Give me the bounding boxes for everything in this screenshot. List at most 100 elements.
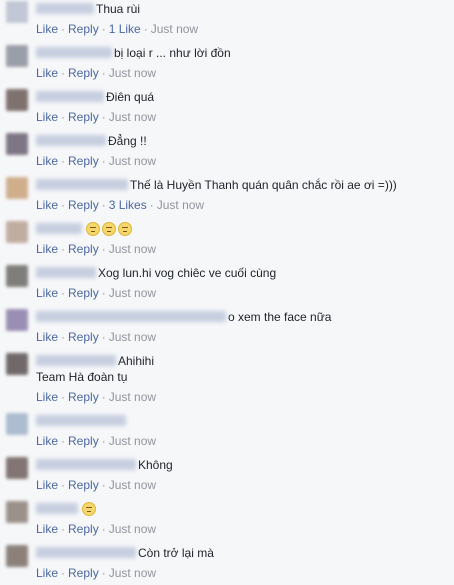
separator: · (101, 330, 106, 344)
avatar[interactable] (6, 177, 28, 199)
comment-actions: Like · Reply · 3 Likes · Just now (36, 197, 204, 213)
like-link[interactable]: Like (36, 434, 58, 448)
separator: · (61, 110, 66, 124)
separator: · (149, 198, 154, 212)
comment-actions: Like · Reply · Just now (36, 241, 156, 257)
like-link[interactable]: Like (36, 286, 58, 300)
reply-link[interactable]: Reply (68, 566, 99, 580)
separator: · (61, 242, 66, 256)
avatar[interactable] (6, 353, 28, 375)
separator: · (143, 22, 148, 36)
comment-actions: Like · Reply · Just now (36, 389, 156, 405)
reply-link[interactable]: Reply (68, 522, 99, 536)
comment-text: bị loại r ... như lời đồn (114, 46, 231, 60)
like-link[interactable]: Like (36, 522, 58, 536)
like-link[interactable]: Like (36, 242, 58, 256)
like-count-link[interactable]: 1 Like (109, 22, 141, 36)
commenter-name-blurred[interactable] (36, 91, 104, 102)
reply-link[interactable]: Reply (68, 286, 99, 300)
comment-text: o xem the face nữa (228, 310, 332, 324)
like-count-link[interactable]: 3 Likes (109, 198, 147, 212)
timestamp: Just now (108, 110, 157, 124)
avatar[interactable] (6, 89, 28, 111)
like-link[interactable]: Like (36, 330, 58, 344)
commenter-name-blurred[interactable] (36, 355, 116, 366)
reply-link[interactable]: Reply (68, 198, 99, 212)
like-link[interactable]: Like (36, 390, 58, 404)
comment-actions: Like · Reply · Just now (36, 521, 156, 537)
comment-actions: Like · Reply · 1 Like · Just now (36, 21, 198, 37)
timestamp: Just now (108, 522, 157, 536)
avatar[interactable] (6, 265, 28, 287)
commenter-name-blurred[interactable] (36, 311, 226, 322)
reply-link[interactable]: Reply (68, 66, 99, 80)
separator: · (61, 434, 66, 448)
avatar[interactable] (6, 133, 28, 155)
separator: · (61, 198, 66, 212)
reply-link[interactable]: Reply (68, 110, 99, 124)
comment-thread: Thua rùi Like · Reply · 1 Like · Just now bị l… (0, 0, 454, 585)
like-link[interactable]: Like (36, 154, 58, 168)
like-link[interactable]: Like (36, 110, 58, 124)
avatar[interactable] (6, 457, 28, 479)
like-link[interactable]: Like (36, 66, 58, 80)
comment-text: Ahihihi (118, 354, 155, 368)
reply-link[interactable]: Reply (68, 242, 99, 256)
commenter-name-blurred[interactable] (36, 179, 128, 190)
separator: · (61, 478, 66, 492)
separator: · (61, 22, 66, 36)
like-link[interactable]: Like (36, 566, 58, 580)
comment-text: Đẳng !! (108, 134, 147, 148)
separator: · (101, 110, 106, 124)
separator: · (61, 286, 66, 300)
avatar[interactable] (6, 309, 28, 331)
comment-actions: Like · Reply · Just now (36, 477, 156, 493)
separator: · (101, 478, 106, 492)
separator: · (101, 390, 106, 404)
comment-actions: Like · Reply · Just now (36, 565, 156, 581)
avatar[interactable] (6, 545, 28, 567)
reply-link[interactable]: Reply (68, 154, 99, 168)
separator: · (101, 566, 106, 580)
separator: · (101, 22, 106, 36)
timestamp: Just now (108, 154, 157, 168)
separator: · (101, 242, 106, 256)
commenter-name-blurred[interactable] (36, 267, 96, 278)
frowning-face-icon (82, 502, 96, 516)
reply-link[interactable]: Reply (68, 330, 99, 344)
commenter-name-blurred[interactable] (36, 503, 78, 514)
separator: · (101, 434, 106, 448)
comment-actions: Like · Reply · Just now (36, 285, 156, 301)
separator: · (61, 154, 66, 168)
commenter-name-blurred[interactable] (36, 135, 106, 146)
reply-link[interactable]: Reply (68, 434, 99, 448)
commenter-name-blurred[interactable] (36, 3, 94, 14)
reply-link[interactable]: Reply (68, 478, 99, 492)
separator: · (61, 390, 66, 404)
avatar[interactable] (6, 501, 28, 523)
comment-actions: Like · Reply · Just now (36, 433, 156, 449)
commenter-name-blurred[interactable] (36, 223, 82, 234)
commenter-name-blurred[interactable] (36, 415, 126, 426)
commenter-name-blurred[interactable] (36, 47, 112, 58)
comment-actions: Like · Reply · Just now (36, 109, 156, 125)
timestamp: Just now (108, 286, 157, 300)
timestamp: Just now (108, 242, 157, 256)
reply-link[interactable]: Reply (68, 22, 99, 36)
commenter-name-blurred[interactable] (36, 547, 136, 558)
commenter-name-blurred[interactable] (36, 459, 136, 470)
avatar[interactable] (6, 1, 28, 23)
avatar[interactable] (6, 221, 28, 243)
separator: · (61, 330, 66, 344)
like-link[interactable]: Like (36, 22, 58, 36)
separator: · (101, 522, 106, 536)
avatar[interactable] (6, 413, 28, 435)
avatar[interactable] (6, 45, 28, 67)
timestamp: Just now (108, 66, 157, 80)
timestamp: Just now (108, 434, 157, 448)
pensive-face-icon (118, 222, 132, 236)
separator: · (101, 286, 106, 300)
reply-link[interactable]: Reply (68, 390, 99, 404)
like-link[interactable]: Like (36, 478, 58, 492)
like-link[interactable]: Like (36, 198, 58, 212)
